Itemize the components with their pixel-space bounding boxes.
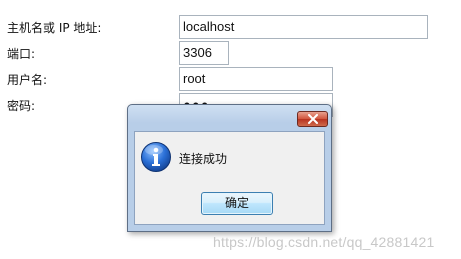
host-label: 主机名或 IP 地址:: [7, 21, 102, 35]
dialog-titlebar[interactable]: [128, 105, 331, 131]
close-icon: [308, 114, 318, 124]
password-label: 密码:: [7, 99, 36, 113]
info-icon: [141, 142, 171, 172]
dialog-message: 连接成功: [179, 152, 228, 166]
message-dialog: 连接成功 确定: [127, 104, 332, 232]
username-label: 用户名:: [7, 73, 48, 87]
username-input[interactable]: root: [179, 67, 333, 91]
close-button[interactable]: [297, 111, 328, 127]
port-label: 端口:: [7, 47, 36, 61]
ok-button[interactable]: 确定: [201, 192, 273, 215]
dialog-body: 连接成功 确定: [134, 131, 325, 225]
port-input[interactable]: 3306: [179, 41, 229, 65]
host-input[interactable]: localhost: [179, 15, 428, 39]
watermark-text: https://blog.csdn.net/qq_42881421: [213, 234, 435, 250]
